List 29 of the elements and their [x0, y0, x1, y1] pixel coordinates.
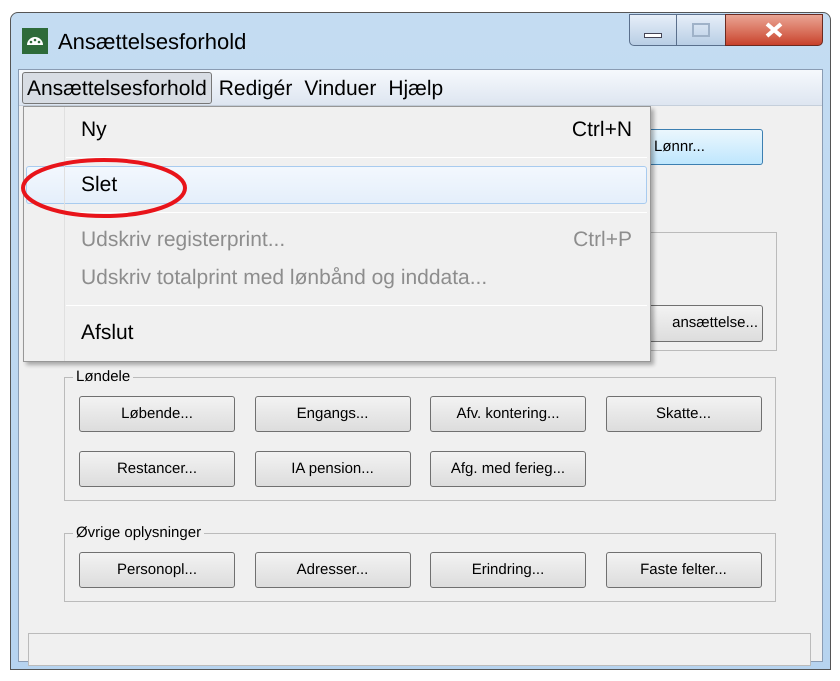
shortcut-label: Ctrl+N: [572, 117, 632, 144]
shortcut-label: Ctrl+P: [573, 227, 632, 254]
dialog-button[interactable]: Løbende...: [79, 396, 235, 432]
dialog-button[interactable]: Adresser...: [254, 552, 410, 588]
employment-button[interactable]: ansættelse...: [651, 305, 763, 342]
close-button[interactable]: [725, 14, 823, 46]
menu-item[interactable]: Vinduer: [299, 72, 382, 104]
dialog-button[interactable]: Engangs...: [254, 396, 410, 432]
dialog-button[interactable]: Personopl...: [79, 552, 235, 588]
maximize-button[interactable]: [677, 14, 725, 46]
dialog-button[interactable]: Afg. med ferieg...: [430, 451, 586, 487]
dialog-button[interactable]: Restancer...: [79, 451, 235, 487]
menu-item[interactable]: Redigér: [214, 72, 298, 104]
menu-option[interactable]: Afslut: [26, 314, 647, 352]
dialog-button[interactable]: IA pension...: [254, 451, 410, 487]
dialog-button[interactable]: Skatte...: [606, 396, 762, 432]
close-icon: [764, 22, 784, 38]
menu-item[interactable]: Ansættelsesforhold: [22, 72, 212, 104]
minimize-button[interactable]: [629, 14, 677, 46]
dialog-button[interactable]: Erindring...: [430, 552, 586, 588]
app-icon: [22, 28, 48, 54]
payroll-number-button[interactable]: Lønnr...: [651, 129, 763, 165]
menu-option[interactable]: Ny Ctrl+N: [26, 111, 647, 149]
window-title: Ansættelsesforhold: [58, 28, 246, 56]
menu-item[interactable]: Hjælp: [383, 72, 448, 104]
dialog-button[interactable]: Faste felter...: [606, 552, 762, 588]
group-title: Øvrige oplysninger: [73, 524, 204, 542]
menu-option[interactable]: Slet: [26, 166, 647, 204]
dialog-button[interactable]: Afv. kontering...: [430, 396, 586, 432]
